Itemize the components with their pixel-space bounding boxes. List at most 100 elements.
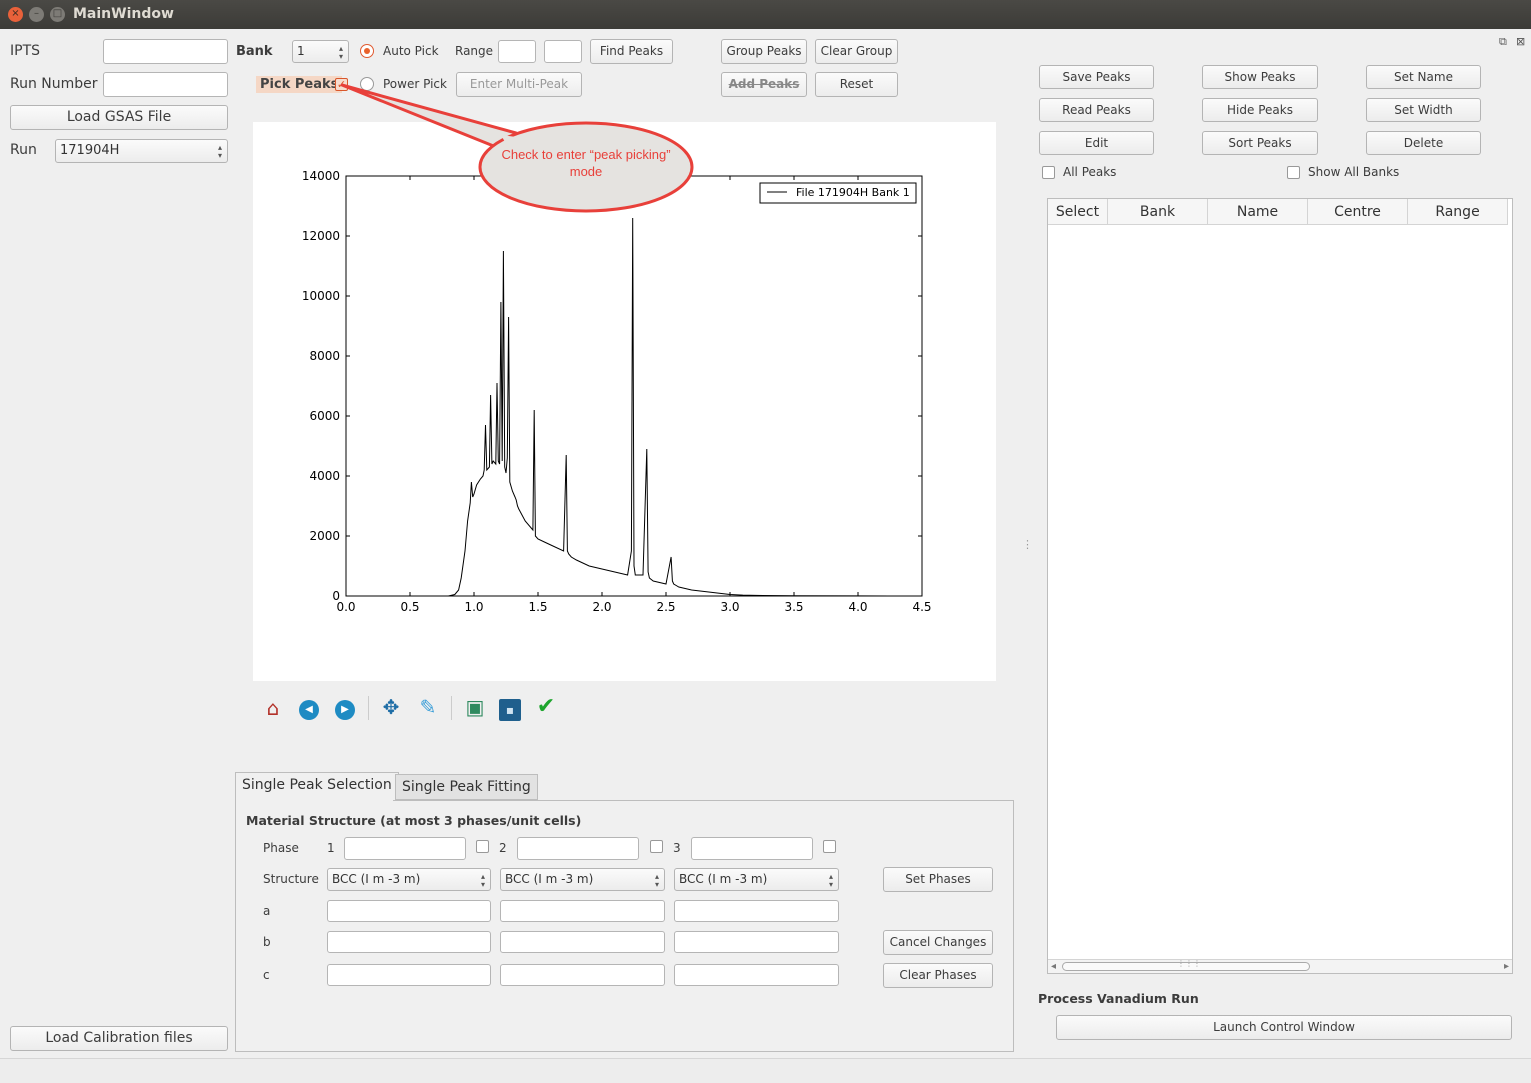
subplots-icon[interactable]: ▣ (462, 694, 488, 720)
set-phases-button[interactable]: Set Phases (883, 867, 993, 892)
group-peaks-button[interactable]: Group Peaks (721, 39, 807, 64)
dock-float-icon[interactable]: ⧉ (1499, 35, 1507, 49)
all-peaks-label: All Peaks (1063, 165, 1117, 179)
a-phase-1-input[interactable] (327, 900, 491, 922)
phase-3-input[interactable] (691, 837, 813, 860)
c-phase-2-input[interactable] (500, 964, 665, 986)
cancel-changes-button[interactable]: Cancel Changes (883, 930, 993, 955)
phase-3-checkbox[interactable] (823, 840, 836, 853)
structure-1-select[interactable]: BCC (I m -3 m) ▴ ▾ (327, 868, 491, 891)
b-phase-3-input[interactable] (674, 931, 839, 953)
column-header-select[interactable]: Select (1048, 199, 1108, 225)
horizontal-scrollbar[interactable]: ◂ ⋮⋮⋮ ▸ (1048, 959, 1512, 973)
structure-3-select[interactable]: BCC (I m -3 m) ▴ ▾ (674, 868, 839, 891)
y-tick-label: 6000 (309, 409, 340, 423)
structure-2-select[interactable]: BCC (I m -3 m) ▴ ▾ (500, 868, 665, 891)
ipts-input[interactable] (103, 39, 228, 64)
range-max-input[interactable] (544, 40, 582, 63)
show-all-banks-label: Show All Banks (1308, 165, 1400, 179)
bank-label: Bank (236, 44, 273, 59)
zoom-icon[interactable]: ✎ (415, 694, 441, 720)
status-bar (0, 1058, 1531, 1083)
load-calibration-files-button[interactable]: Load Calibration files (10, 1026, 228, 1051)
phase-2-checkbox[interactable] (650, 840, 663, 853)
structure-label: Structure (263, 872, 319, 886)
pan-icon[interactable]: ✥ (378, 694, 404, 720)
column-header-range[interactable]: Range (1408, 199, 1508, 225)
x-tick-label: 4.0 (848, 600, 867, 614)
forward-icon[interactable]: ▶ (332, 695, 358, 721)
bank-spinbox[interactable]: 1 ▴ ▾ (292, 40, 349, 63)
auto-pick-label: Auto Pick (383, 44, 439, 58)
c-phase-1-input[interactable] (327, 964, 491, 986)
y-tick-label: 8000 (309, 349, 340, 363)
x-tick-label: 1.5 (528, 600, 547, 614)
run-number-input[interactable] (103, 72, 228, 97)
home-icon[interactable]: ⌂ (260, 695, 286, 721)
range-min-input[interactable] (498, 40, 536, 63)
a-phase-2-input[interactable] (500, 900, 665, 922)
load-gsas-file-button[interactable]: Load GSAS File (10, 105, 228, 130)
find-peaks-button[interactable]: Find Peaks (590, 39, 673, 64)
run-label: Run (10, 142, 37, 158)
range-label: Range (455, 44, 494, 58)
set-name-button[interactable]: Set Name (1366, 65, 1481, 89)
add-peaks-button[interactable]: Add Peaks (721, 72, 807, 97)
phase-2-number: 2 (499, 841, 507, 855)
splitter-handle[interactable]: ⋮ (1022, 538, 1033, 551)
set-width-button[interactable]: Set Width (1366, 98, 1481, 122)
auto-pick-radio[interactable] (360, 44, 374, 58)
phase-1-checkbox[interactable] (476, 840, 489, 853)
delete-button[interactable]: Delete (1366, 131, 1481, 155)
show-all-banks-checkbox[interactable] (1287, 166, 1300, 179)
spinner-arrows-icon: ▴ ▾ (217, 143, 222, 160)
scroll-left-icon[interactable]: ◂ (1051, 960, 1056, 973)
process-vanadium-heading: Process Vanadium Run (1038, 991, 1199, 1006)
b-phase-1-input[interactable] (327, 931, 491, 953)
scrollbar-thumb[interactable]: ⋮⋮⋮ (1062, 959, 1310, 971)
column-header-bank[interactable]: Bank (1108, 199, 1208, 225)
phase-1-input[interactable] (344, 837, 466, 860)
x-tick-label: 0.5 (400, 600, 419, 614)
launch-control-window-button[interactable]: Launch Control Window (1056, 1015, 1512, 1040)
callout-pointer (340, 83, 518, 153)
column-header-name[interactable]: Name (1208, 199, 1308, 225)
phase-label: Phase (263, 841, 299, 855)
callout-annotation: Check to enter “peak picking” mode (340, 83, 694, 213)
dock-close-icon[interactable]: ⊠ (1516, 35, 1525, 48)
clear-group-button[interactable]: Clear Group (815, 39, 898, 64)
b-phase-2-input[interactable] (500, 931, 665, 953)
title-bar: × – □ MainWindow (0, 0, 1531, 29)
all-peaks-checkbox[interactable] (1042, 166, 1055, 179)
window-maximize-button[interactable]: □ (50, 7, 65, 22)
y-tick-label: 10000 (302, 289, 340, 303)
a-phase-3-input[interactable] (674, 900, 839, 922)
column-header-centre[interactable]: Centre (1308, 199, 1408, 225)
reset-button[interactable]: Reset (815, 72, 898, 97)
check-icon[interactable]: ✔ (533, 694, 559, 720)
edit-button[interactable]: Edit (1039, 131, 1154, 155)
peak-table[interactable]: Select Bank Name Centre Range ◂ ⋮⋮⋮ ▸ (1047, 198, 1513, 974)
c-phase-3-input[interactable] (674, 964, 839, 986)
scroll-right-icon[interactable]: ▸ (1504, 960, 1509, 973)
spinner-arrows-icon: ▴ ▾ (654, 872, 659, 889)
save-peaks-button[interactable]: Save Peaks (1039, 65, 1154, 89)
y-tick-label: 4000 (309, 469, 340, 483)
hide-peaks-button[interactable]: Hide Peaks (1202, 98, 1318, 122)
x-tick-label: 2.5 (656, 600, 675, 614)
run-select[interactable]: 171904H ▴ ▾ (55, 139, 228, 163)
phase-2-input[interactable] (517, 837, 639, 860)
tab-single-peak-fitting[interactable]: Single Peak Fitting (395, 774, 538, 800)
read-peaks-button[interactable]: Read Peaks (1039, 98, 1154, 122)
window-minimize-button[interactable]: – (29, 7, 44, 22)
back-icon[interactable]: ◀ (296, 695, 322, 721)
save-figure-icon[interactable]: ▪ (497, 694, 523, 721)
show-peaks-button[interactable]: Show Peaks (1202, 65, 1318, 89)
x-tick-label: 4.5 (912, 600, 931, 614)
tab-single-peak-selection[interactable]: Single Peak Selection (235, 772, 399, 800)
phase-1-number: 1 (327, 841, 335, 855)
window-close-button[interactable]: × (8, 7, 23, 22)
legend: File 171904H Bank 1 (759, 182, 917, 204)
clear-phases-button[interactable]: Clear Phases (883, 963, 993, 988)
sort-peaks-button[interactable]: Sort Peaks (1202, 131, 1318, 155)
